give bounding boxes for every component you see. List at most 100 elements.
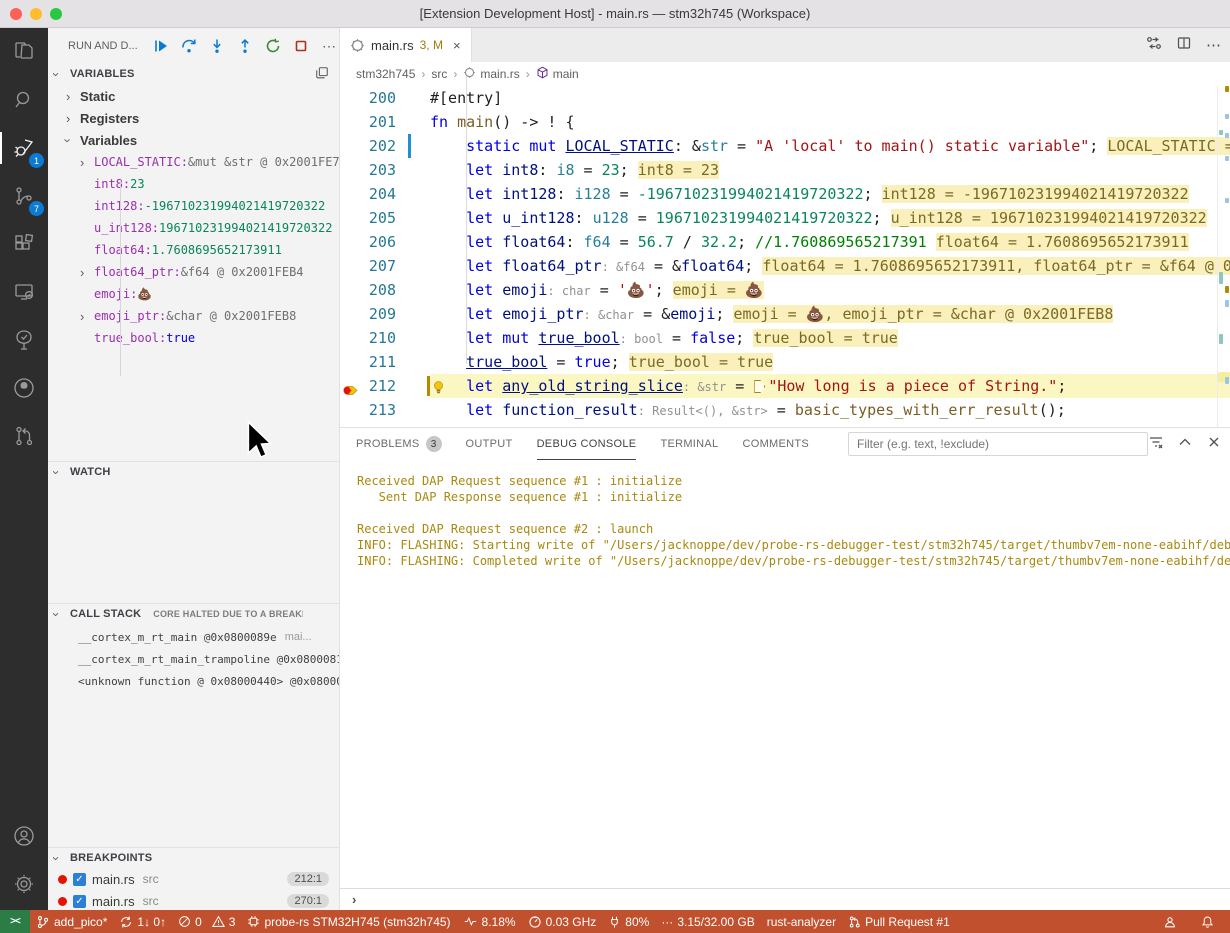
- status-git-branch[interactable]: add_pico*: [30, 910, 113, 933]
- panel-tab-terminal[interactable]: TERMINAL: [660, 428, 718, 460]
- activity-run-and-debug[interactable]: 1: [0, 124, 48, 172]
- status-battery[interactable]: 80%: [602, 910, 655, 933]
- variable-row[interactable]: ›emoji_ptr: &char @ 0x2001FEB8: [48, 305, 339, 327]
- code-line-204[interactable]: 204 let int128: i128 = -1967102319940214…: [340, 182, 1230, 206]
- activity-accounts[interactable]: [0, 812, 48, 860]
- variable-row[interactable]: ›LOCAL_STATIC: &mut &str @ 0x2001FE78: [48, 151, 339, 173]
- code-line-212[interactable]: 212 let any_old_string_slice: &str = "Ho…: [340, 374, 1230, 398]
- status-debug-target[interactable]: probe-rs STM32H745 (stm32h745): [241, 910, 456, 933]
- panel-tab-comments[interactable]: COMMENTS: [742, 428, 809, 460]
- status-memory[interactable]: ···3.15/32.00 GB: [655, 910, 760, 933]
- code-token: any_old_string_slice: [502, 377, 683, 395]
- minimize-window-button[interactable]: [30, 8, 42, 20]
- panel-tab-problems[interactable]: PROBLEMS3: [356, 428, 442, 460]
- status-notifications[interactable]: [1195, 910, 1220, 933]
- code-line-205[interactable]: 205 let u_int128: u128 = 196710231994021…: [340, 206, 1230, 230]
- call-stack-frame[interactable]: __cortex_m_rt_main_trampoline @0x0800081: [48, 648, 339, 670]
- breakpoints-section-header[interactable]: › BREAKPOINTS: [48, 848, 339, 868]
- code-line-200[interactable]: 200#[entry]: [340, 86, 1230, 110]
- breadcrumb-item-main[interactable]: main: [536, 66, 579, 82]
- variable-row[interactable]: true_bool: true: [48, 327, 339, 349]
- code-line-213[interactable]: 213 let function_result: Result<(), &str…: [340, 398, 1230, 422]
- panel-tab-output[interactable]: OUTPUT: [466, 428, 513, 460]
- status-problems[interactable]: 03: [172, 910, 241, 933]
- status-pull-request[interactable]: Pull Request #1: [842, 910, 956, 933]
- copy-icon[interactable]: [315, 66, 329, 83]
- variable-row[interactable]: int128: -196710231994021419720322: [48, 195, 339, 217]
- variable-row[interactable]: emoji: 💩: [48, 283, 339, 305]
- code-editor[interactable]: 200#[entry]201fn main() -> ! {202 static…: [340, 86, 1230, 427]
- filter-icon[interactable]: [1148, 434, 1164, 455]
- breakpoint-row[interactable]: ✓main.rssrc212:1: [48, 868, 339, 890]
- code-line-202[interactable]: 202 static mut LOCAL_STATIC: &str = "A '…: [340, 134, 1230, 158]
- variable-row[interactable]: u_int128: 196710231994021419720322: [48, 217, 339, 239]
- activity-settings[interactable]: [0, 860, 48, 908]
- breadcrumb-item-stm32h745[interactable]: stm32h745: [356, 67, 415, 81]
- status-feedback[interactable]: [1157, 910, 1183, 933]
- activity-extensions[interactable]: [0, 220, 48, 268]
- line-number: 209: [360, 302, 396, 326]
- status-remote[interactable]: ><: [0, 910, 30, 933]
- split-editor-button[interactable]: [1176, 35, 1192, 56]
- debug-continue-button[interactable]: [152, 37, 170, 55]
- code-line-207[interactable]: 207 let float64_ptr: &f64 = &float64; fl…: [340, 254, 1230, 278]
- variable-row[interactable]: float64: 1.7608695652173911: [48, 239, 339, 261]
- close-window-button[interactable]: [10, 8, 22, 20]
- activity-pull-requests[interactable]: [0, 412, 48, 460]
- maximize-panel-icon[interactable]: [1177, 434, 1193, 455]
- status-git-sync[interactable]: 1↓ 0↑: [113, 910, 172, 933]
- breadcrumb-item-main-rs[interactable]: main.rs: [463, 66, 519, 82]
- close-panel-icon[interactable]: [1206, 434, 1222, 455]
- variables-section-header[interactable]: › VARIABLES: [48, 64, 339, 84]
- breakpoint-checkbox[interactable]: ✓: [73, 873, 86, 886]
- activity-github[interactable]: [0, 364, 48, 412]
- activity-testing[interactable]: [0, 316, 48, 364]
- chevron-down-icon: ›: [54, 67, 70, 82]
- activity-search[interactable]: [0, 76, 48, 124]
- debug-console-input[interactable]: ›: [340, 888, 1230, 909]
- status-cpu-usage[interactable]: 8.18%: [457, 910, 522, 933]
- code-line-208[interactable]: 208 let emoji: char = '💩'; emoji = 💩: [340, 278, 1230, 302]
- tab-main-rs[interactable]: main.rs 3, M ×: [340, 28, 472, 62]
- variables-group-row[interactable]: ›Registers: [48, 107, 339, 129]
- call-stack-frame[interactable]: __cortex_m_rt_main @0x0800089emai...: [48, 626, 339, 648]
- call-stack-list: __cortex_m_rt_main @0x0800089emai...__co…: [48, 626, 339, 692]
- breakpoint-checkbox[interactable]: ✓: [73, 895, 86, 908]
- call-stack-frame[interactable]: <unknown function @ 0x08000440> @0x08000: [48, 670, 339, 692]
- close-icon[interactable]: ×: [453, 38, 461, 53]
- breakpoint-row[interactable]: ✓main.rssrc270:1: [48, 890, 339, 910]
- overview-ruler[interactable]: [1218, 86, 1230, 427]
- open-changes-button[interactable]: [1146, 35, 1162, 56]
- breakpoint-current-icon[interactable]: [340, 374, 360, 398]
- debug-step-out-button[interactable]: [236, 37, 254, 55]
- variables-group-row[interactable]: ›Variables: [48, 129, 339, 151]
- console-filter-input[interactable]: [849, 433, 1147, 455]
- editor-more-actions-button[interactable]: ⋯: [1206, 36, 1222, 54]
- status-rust-analyzer[interactable]: rust-analyzer: [761, 910, 842, 933]
- activity-explorer[interactable]: [0, 28, 48, 76]
- variable-row[interactable]: int8: 23: [48, 173, 339, 195]
- activity-remote-explorer[interactable]: [0, 268, 48, 316]
- debug-step-into-button[interactable]: [208, 37, 226, 55]
- status-cpu-frequency[interactable]: 0.03 GHz: [522, 910, 603, 933]
- watch-section-header[interactable]: › WATCH: [48, 462, 339, 482]
- code-line-210[interactable]: 210 let mut true_bool: bool = false; tru…: [340, 326, 1230, 350]
- debug-restart-button[interactable]: [264, 37, 282, 55]
- activity-source-control[interactable]: 7: [0, 172, 48, 220]
- variable-name: int8:: [94, 177, 130, 191]
- code-line-209[interactable]: 209 let emoji_ptr: &char = &emoji; emoji…: [340, 302, 1230, 326]
- debug-step-over-button[interactable]: [180, 37, 198, 55]
- debug-stop-button[interactable]: [292, 37, 310, 55]
- activity-bar: 1 7: [0, 28, 48, 910]
- zoom-window-button[interactable]: [50, 8, 62, 20]
- call-stack-section-header[interactable]: › CALL STACK CORE HALTED DUE TO A BREAKP…: [48, 604, 339, 624]
- breadcrumb-item-src[interactable]: src: [431, 67, 447, 81]
- variable-row[interactable]: ›float64_ptr: &f64 @ 0x2001FEB4: [48, 261, 339, 283]
- panel-tab-debug-console[interactable]: DEBUG CONSOLE: [537, 428, 637, 460]
- variables-group-row[interactable]: ›Static: [48, 85, 339, 107]
- debug-more-actions-button[interactable]: ⋯: [320, 37, 338, 55]
- code-line-211[interactable]: 211 true_bool = true; true_bool = true: [340, 350, 1230, 374]
- code-line-206[interactable]: 206 let float64: f64 = 56.7 / 32.2; //1.…: [340, 230, 1230, 254]
- code-line-201[interactable]: 201fn main() -> ! {: [340, 110, 1230, 134]
- code-line-203[interactable]: 203 let int8: i8 = 23; int8 = 23: [340, 158, 1230, 182]
